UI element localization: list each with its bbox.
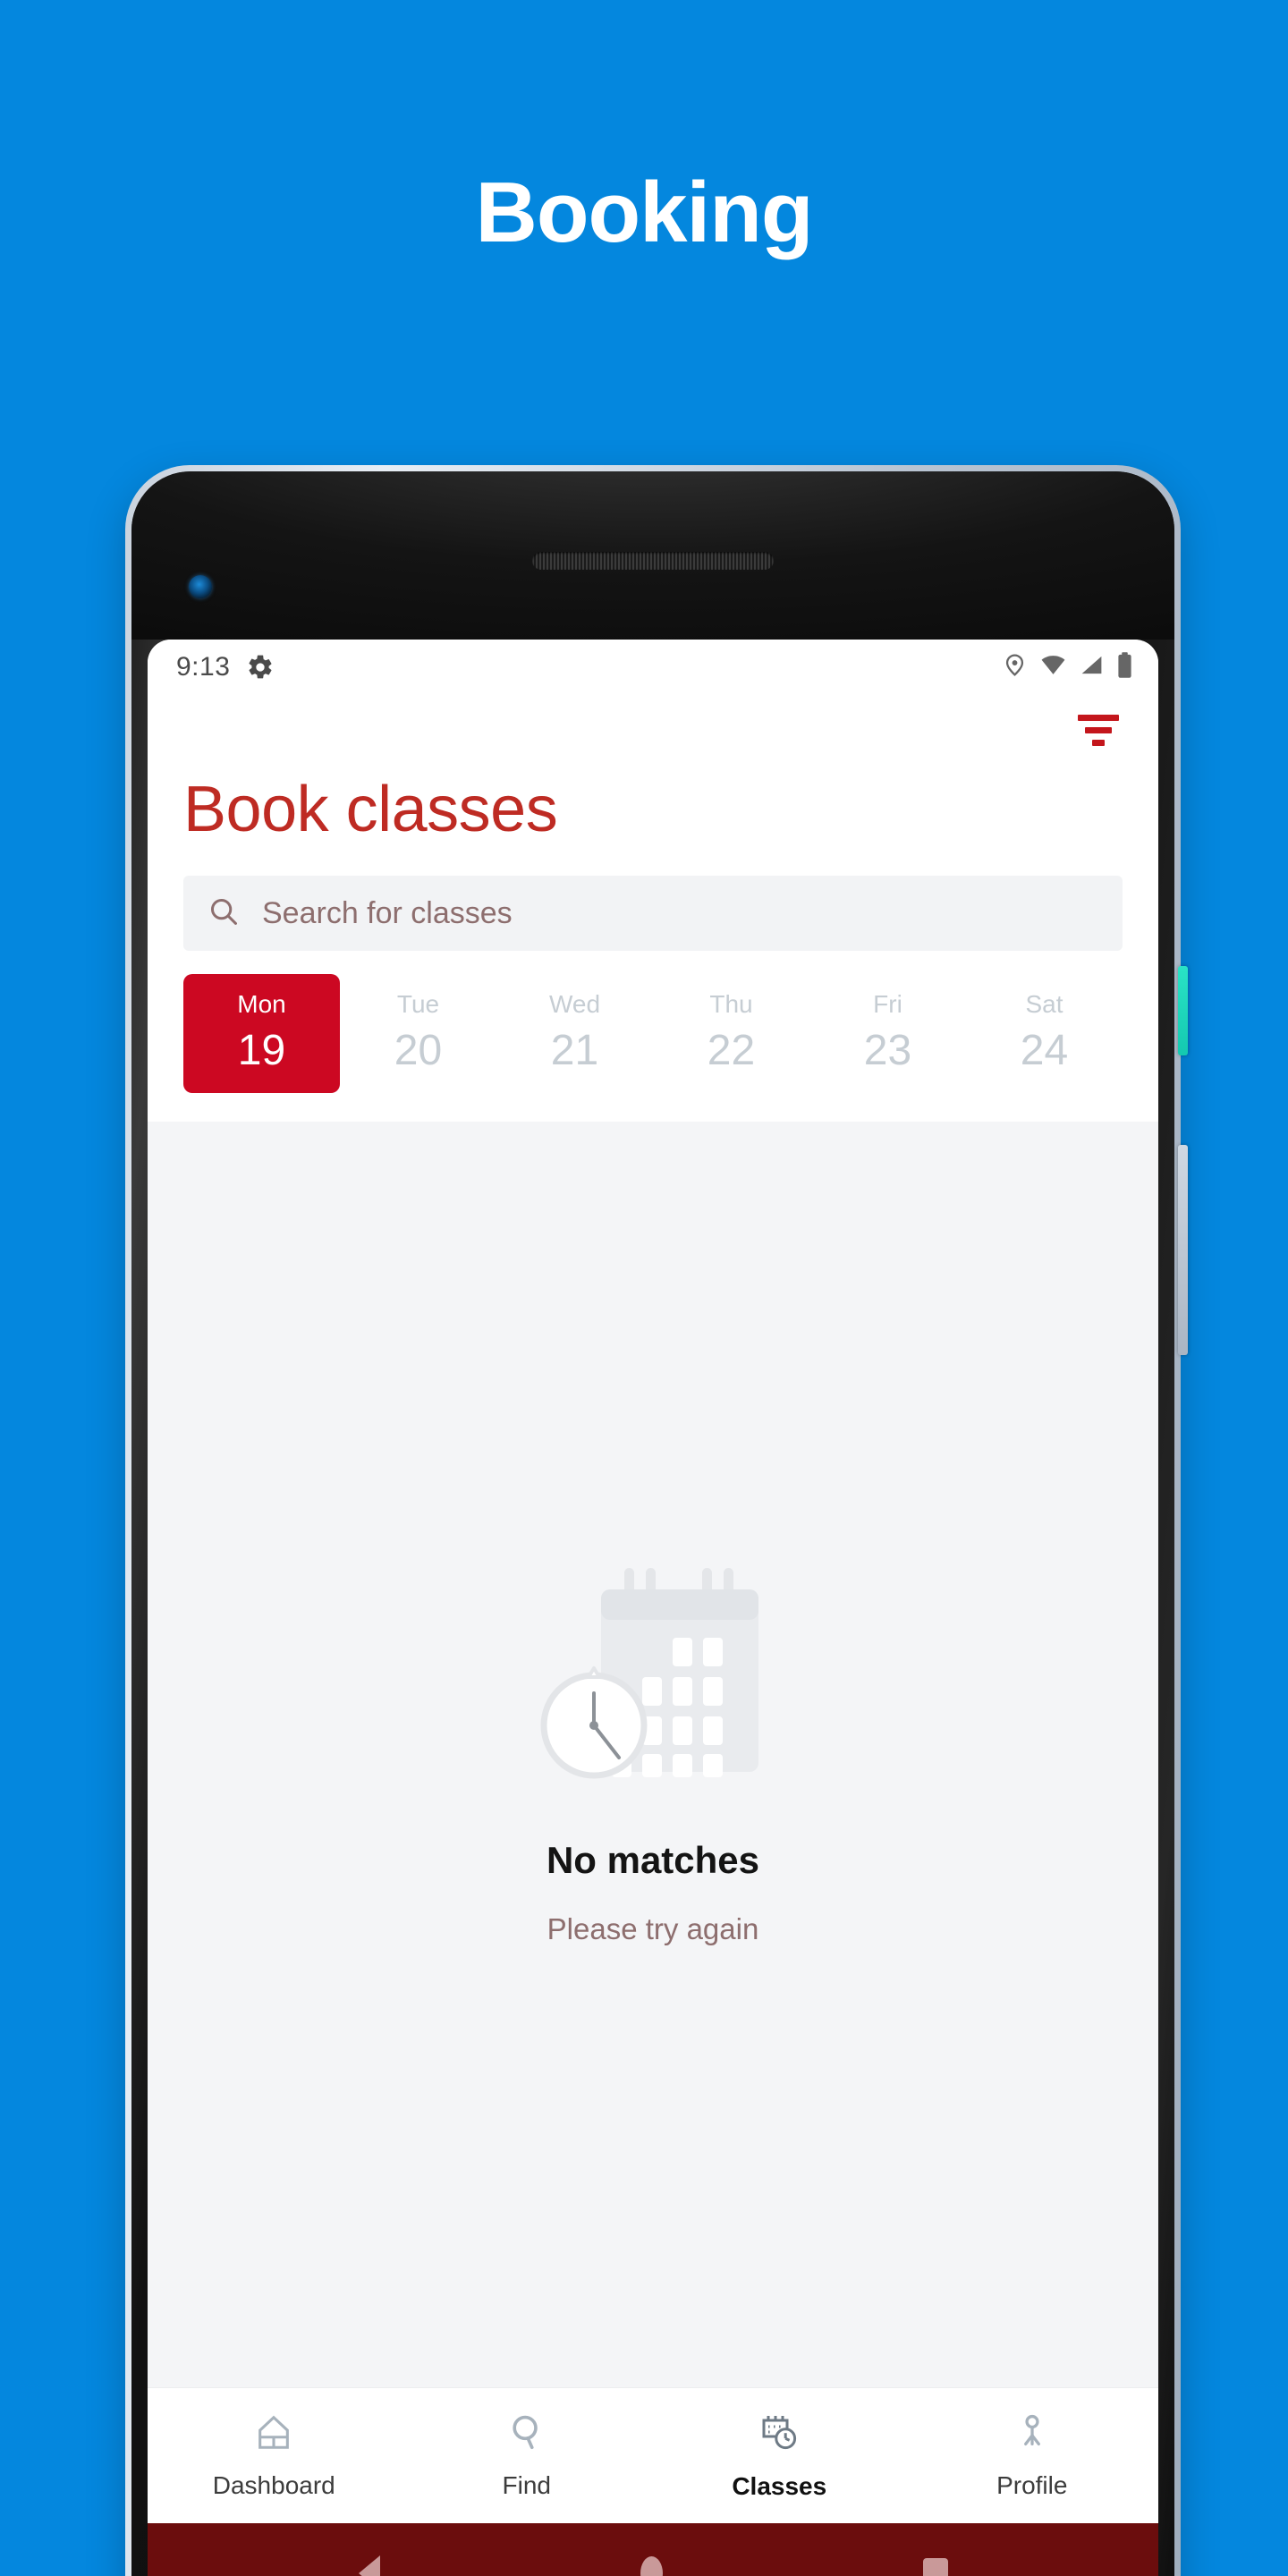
empty-state-title: No matches bbox=[546, 1839, 760, 1881]
date-dow: Fri bbox=[873, 990, 902, 1018]
filter-row bbox=[183, 695, 1123, 765]
app-header: Book classes Search for classes Mon 19 T… bbox=[148, 695, 1158, 1122]
nav-item-profile[interactable]: Profile bbox=[906, 2411, 1159, 2500]
status-bar: 9:13 bbox=[148, 640, 1158, 695]
filter-icon[interactable] bbox=[1074, 709, 1123, 751]
date-dow: Thu bbox=[709, 990, 753, 1018]
phone-forehead bbox=[131, 471, 1174, 640]
battery-icon bbox=[1116, 651, 1133, 683]
android-system-nav bbox=[148, 2523, 1158, 2576]
date-num: 24 bbox=[1020, 1027, 1069, 1074]
date-cell-tue[interactable]: Tue 20 bbox=[340, 974, 496, 1093]
date-dow: Sat bbox=[1025, 990, 1063, 1018]
empty-state-subtitle: Please try again bbox=[547, 1912, 759, 1945]
page-title: Book classes bbox=[183, 774, 558, 845]
person-icon bbox=[1012, 2411, 1053, 2457]
date-cell-mon[interactable]: Mon 19 bbox=[183, 974, 340, 1093]
date-cell-fri[interactable]: Fri 23 bbox=[809, 974, 966, 1093]
earpiece-speaker bbox=[532, 552, 774, 570]
class-list-area: No matches Please try again bbox=[148, 1122, 1158, 2387]
back-button[interactable] bbox=[358, 2555, 380, 2576]
gear-icon bbox=[246, 653, 275, 682]
date-num: 22 bbox=[707, 1027, 756, 1074]
front-camera-icon bbox=[189, 575, 212, 598]
promo-title: Booking bbox=[475, 165, 814, 260]
location-pin-icon bbox=[1002, 652, 1028, 682]
date-cell-sat[interactable]: Sat 24 bbox=[966, 974, 1123, 1093]
date-cell-thu[interactable]: Thu 22 bbox=[653, 974, 809, 1093]
nav-item-find[interactable]: Find bbox=[401, 2411, 654, 2500]
date-selector: Mon 19 Tue 20 Wed 21 Thu 22 Fri 23 Sat 2… bbox=[183, 951, 1123, 1122]
wifi-icon bbox=[1039, 651, 1067, 683]
home-button[interactable] bbox=[640, 2556, 663, 2576]
date-num: 19 bbox=[237, 1027, 286, 1074]
recents-button[interactable] bbox=[922, 2558, 948, 2576]
date-num: 23 bbox=[863, 1027, 912, 1074]
power-button[interactable] bbox=[1178, 966, 1188, 1055]
date-num: 20 bbox=[394, 1027, 443, 1074]
date-dow: Tue bbox=[396, 990, 440, 1018]
search-icon bbox=[207, 894, 241, 933]
date-dow: Wed bbox=[548, 990, 601, 1018]
bottom-navigation: Dashboard Find Classes Profile bbox=[148, 2387, 1158, 2523]
search-placeholder: Search for classes bbox=[262, 895, 513, 930]
date-dow: Mon bbox=[237, 990, 286, 1018]
search-input[interactable]: Search for classes bbox=[183, 876, 1123, 951]
nav-label: Find bbox=[502, 2471, 551, 2499]
status-time: 9:13 bbox=[176, 652, 231, 682]
nav-label: Profile bbox=[996, 2471, 1068, 2499]
home-icon bbox=[253, 2411, 294, 2457]
phone-screen: 9:13 Book classes Search for classes Mon… bbox=[148, 640, 1158, 2576]
date-cell-wed[interactable]: Wed 21 bbox=[496, 974, 653, 1093]
nav-label: Dashboard bbox=[212, 2471, 335, 2499]
calendar-clock-illustration bbox=[519, 1563, 787, 1809]
nav-item-dashboard[interactable]: Dashboard bbox=[148, 2411, 401, 2500]
signal-icon bbox=[1079, 652, 1105, 682]
date-num: 21 bbox=[550, 1027, 599, 1074]
calendar-clock-icon bbox=[758, 2411, 801, 2458]
volume-rocker-button[interactable] bbox=[1178, 1145, 1188, 1355]
phone-mockup: 9:13 Book classes Search for classes Mon… bbox=[125, 465, 1188, 2576]
search-icon bbox=[506, 2411, 547, 2457]
phone-bezel: 9:13 Book classes Search for classes Mon… bbox=[131, 471, 1174, 2576]
nav-item-classes[interactable]: Classes bbox=[653, 2411, 906, 2501]
nav-label: Classes bbox=[732, 2472, 827, 2500]
